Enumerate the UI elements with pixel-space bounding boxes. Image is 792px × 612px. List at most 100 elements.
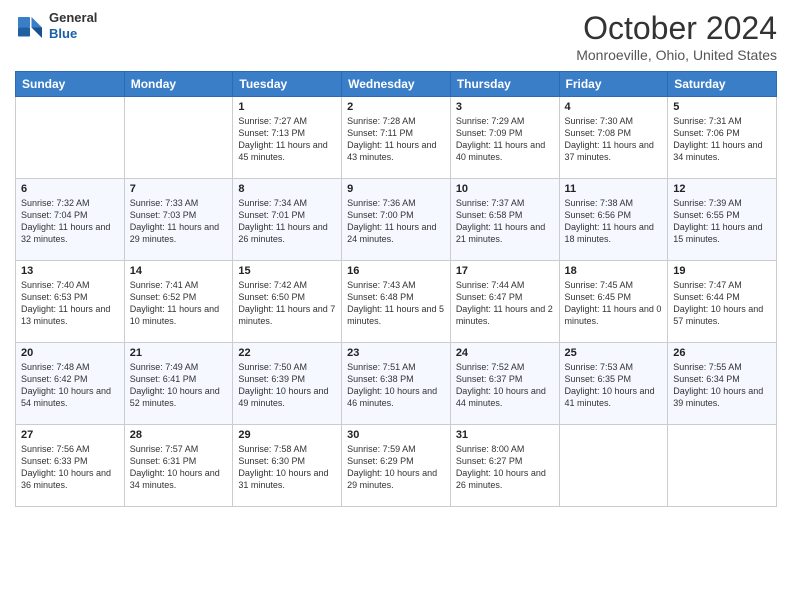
day-number: 3 <box>456 101 554 113</box>
weekday-header-sunday: Sunday <box>16 72 125 97</box>
day-number: 5 <box>673 101 771 113</box>
weekday-header-monday: Monday <box>124 72 233 97</box>
day-number: 13 <box>21 265 119 277</box>
cell-content: Sunrise: 7:28 AMSunset: 7:11 PMDaylight:… <box>347 115 445 164</box>
day-number: 11 <box>565 183 663 195</box>
day-number: 17 <box>456 265 554 277</box>
calendar-cell: 31 Sunrise: 8:00 AMSunset: 6:27 PMDayligh… <box>450 425 559 507</box>
calendar-cell: 21 Sunrise: 7:49 AMSunset: 6:41 PMDayligh… <box>124 343 233 425</box>
cell-content: Sunrise: 7:27 AMSunset: 7:13 PMDaylight:… <box>238 115 336 164</box>
day-number: 16 <box>347 265 445 277</box>
cell-content: Sunrise: 7:50 AMSunset: 6:39 PMDaylight:… <box>238 361 336 410</box>
cell-content: Sunrise: 7:47 AMSunset: 6:44 PMDaylight:… <box>673 279 771 328</box>
calendar-cell: 17Sunrise: 7:44 AMSunset: 6:47 PMDayligh… <box>450 261 559 343</box>
calendar-cell: 16 Sunrise: 7:43 AMSunset: 6:48 PMDayligh… <box>342 261 451 343</box>
logo-icon <box>15 11 45 41</box>
day-number: 10 <box>456 183 554 195</box>
day-number: 24 <box>456 347 554 359</box>
logo-blue: Blue <box>49 26 77 41</box>
header: General Blue October 2024 Monroeville, O… <box>15 10 777 63</box>
calendar-cell <box>124 97 233 179</box>
calendar-cell: 29Sunrise: 7:58 AMSunset: 6:30 PMDayligh… <box>233 425 342 507</box>
calendar-cell: 24 Sunrise: 7:52 AMSunset: 6:37 PMDayligh… <box>450 343 559 425</box>
weekday-header-thursday: Thursday <box>450 72 559 97</box>
calendar-cell <box>16 97 125 179</box>
cell-content: Sunrise: 7:41 AMSunset: 6:52 PMDaylight:… <box>130 279 228 328</box>
cell-content: Sunrise: 7:39 AMSunset: 6:55 PMDaylight:… <box>673 197 771 246</box>
day-number: 23 <box>347 347 445 359</box>
month-title: October 2024 <box>576 10 777 47</box>
calendar-cell: 30 Sunrise: 7:59 AMSunset: 6:29 PMDayligh… <box>342 425 451 507</box>
calendar-cell: 7Sunrise: 7:33 AMSunset: 7:03 PMDaylight… <box>124 179 233 261</box>
calendar-cell <box>559 425 668 507</box>
cell-content: Sunrise: 7:40 AMSunset: 6:53 PMDaylight:… <box>21 279 119 328</box>
cell-content: Sunrise: 7:43 AMSunset: 6:48 PMDaylight:… <box>347 279 445 328</box>
day-number: 19 <box>673 265 771 277</box>
day-number: 21 <box>130 347 228 359</box>
cell-content: Sunrise: 8:00 AMSunset: 6:27 PMDaylight:… <box>456 443 554 492</box>
day-number: 31 <box>456 429 554 441</box>
location: Monroeville, Ohio, United States <box>576 47 777 63</box>
day-number: 20 <box>21 347 119 359</box>
calendar-cell: 15Sunrise: 7:42 AMSunset: 6:50 PMDayligh… <box>233 261 342 343</box>
calendar-cell: 13 Sunrise: 7:40 AMSunset: 6:53 PMDayligh… <box>16 261 125 343</box>
day-number: 26 <box>673 347 771 359</box>
calendar-cell: 19 Sunrise: 7:47 AMSunset: 6:44 PMDayligh… <box>668 261 777 343</box>
calendar-cell: 10 Sunrise: 7:37 AMSunset: 6:58 PMDayligh… <box>450 179 559 261</box>
calendar-cell: 23 Sunrise: 7:51 AMSunset: 6:38 PMDayligh… <box>342 343 451 425</box>
cell-content: Sunrise: 7:59 AMSunset: 6:29 PMDaylight:… <box>347 443 445 492</box>
cell-content: Sunrise: 7:55 AMSunset: 6:34 PMDaylight:… <box>673 361 771 410</box>
cell-content: Sunrise: 7:42 AMSunset: 6:50 PMDaylight:… <box>238 279 336 328</box>
day-number: 27 <box>21 429 119 441</box>
day-number: 18 <box>565 265 663 277</box>
calendar-cell: 28 Sunrise: 7:57 AMSunset: 6:31 PMDayligh… <box>124 425 233 507</box>
cell-content: Sunrise: 7:31 AMSunset: 7:06 PMDaylight:… <box>673 115 771 164</box>
day-number: 30 <box>347 429 445 441</box>
calendar-cell: 20 Sunrise: 7:48 AMSunset: 6:42 PMDayligh… <box>16 343 125 425</box>
week-row-1: 1 Sunrise: 7:27 AMSunset: 7:13 PMDaylight… <box>16 97 777 179</box>
calendar-cell: 8Sunrise: 7:34 AMSunset: 7:01 PMDaylight… <box>233 179 342 261</box>
logo: General Blue <box>15 10 97 41</box>
calendar-cell: 27 Sunrise: 7:56 AMSunset: 6:33 PMDayligh… <box>16 425 125 507</box>
cell-content: Sunrise: 7:29 AMSunset: 7:09 PMDaylight:… <box>456 115 554 164</box>
page: General Blue October 2024 Monroeville, O… <box>0 0 792 612</box>
logo-text: General Blue <box>49 10 97 41</box>
day-number: 9 <box>347 183 445 195</box>
calendar-cell: 26 Sunrise: 7:55 AMSunset: 6:34 PMDayligh… <box>668 343 777 425</box>
cell-content: Sunrise: 7:57 AMSunset: 6:31 PMDaylight:… <box>130 443 228 492</box>
calendar-cell: 12Sunrise: 7:39 AMSunset: 6:55 PMDayligh… <box>668 179 777 261</box>
calendar-cell <box>668 425 777 507</box>
cell-content: Sunrise: 7:36 AMSunset: 7:00 PMDaylight:… <box>347 197 445 246</box>
week-row-2: 6Sunrise: 7:32 AMSunset: 7:04 PMDaylight… <box>16 179 777 261</box>
cell-content: Sunrise: 7:56 AMSunset: 6:33 PMDaylight:… <box>21 443 119 492</box>
weekday-header-wednesday: Wednesday <box>342 72 451 97</box>
cell-content: Sunrise: 7:37 AMSunset: 6:58 PMDaylight:… <box>456 197 554 246</box>
weekday-header-friday: Friday <box>559 72 668 97</box>
day-number: 1 <box>238 101 336 113</box>
cell-content: Sunrise: 7:49 AMSunset: 6:41 PMDaylight:… <box>130 361 228 410</box>
calendar-table: SundayMondayTuesdayWednesdayThursdayFrid… <box>15 71 777 507</box>
logo-general: General <box>49 10 97 25</box>
calendar-cell: 6Sunrise: 7:32 AMSunset: 7:04 PMDaylight… <box>16 179 125 261</box>
title-block: October 2024 Monroeville, Ohio, United S… <box>576 10 777 63</box>
cell-content: Sunrise: 7:52 AMSunset: 6:37 PMDaylight:… <box>456 361 554 410</box>
cell-content: Sunrise: 7:48 AMSunset: 6:42 PMDaylight:… <box>21 361 119 410</box>
cell-content: Sunrise: 7:51 AMSunset: 6:38 PMDaylight:… <box>347 361 445 410</box>
calendar-cell: 1 Sunrise: 7:27 AMSunset: 7:13 PMDaylight… <box>233 97 342 179</box>
cell-content: Sunrise: 7:32 AMSunset: 7:04 PMDaylight:… <box>21 197 119 246</box>
calendar-cell: 22 Sunrise: 7:50 AMSunset: 6:39 PMDayligh… <box>233 343 342 425</box>
cell-content: Sunrise: 7:58 AMSunset: 6:30 PMDaylight:… <box>238 443 336 492</box>
calendar-cell: 5 Sunrise: 7:31 AMSunset: 7:06 PMDaylight… <box>668 97 777 179</box>
day-number: 8 <box>238 183 336 195</box>
weekday-header-row: SundayMondayTuesdayWednesdayThursdayFrid… <box>16 72 777 97</box>
day-number: 4 <box>565 101 663 113</box>
day-number: 22 <box>238 347 336 359</box>
week-row-3: 13 Sunrise: 7:40 AMSunset: 6:53 PMDayligh… <box>16 261 777 343</box>
day-number: 28 <box>130 429 228 441</box>
week-row-5: 27 Sunrise: 7:56 AMSunset: 6:33 PMDayligh… <box>16 425 777 507</box>
cell-content: Sunrise: 7:53 AMSunset: 6:35 PMDaylight:… <box>565 361 663 410</box>
cell-content: Sunrise: 7:38 AMSunset: 6:56 PMDaylight:… <box>565 197 663 246</box>
calendar-cell: 2Sunrise: 7:28 AMSunset: 7:11 PMDaylight… <box>342 97 451 179</box>
calendar-cell: 4Sunrise: 7:30 AMSunset: 7:08 PMDaylight… <box>559 97 668 179</box>
calendar-cell: 25Sunrise: 7:53 AMSunset: 6:35 PMDayligh… <box>559 343 668 425</box>
